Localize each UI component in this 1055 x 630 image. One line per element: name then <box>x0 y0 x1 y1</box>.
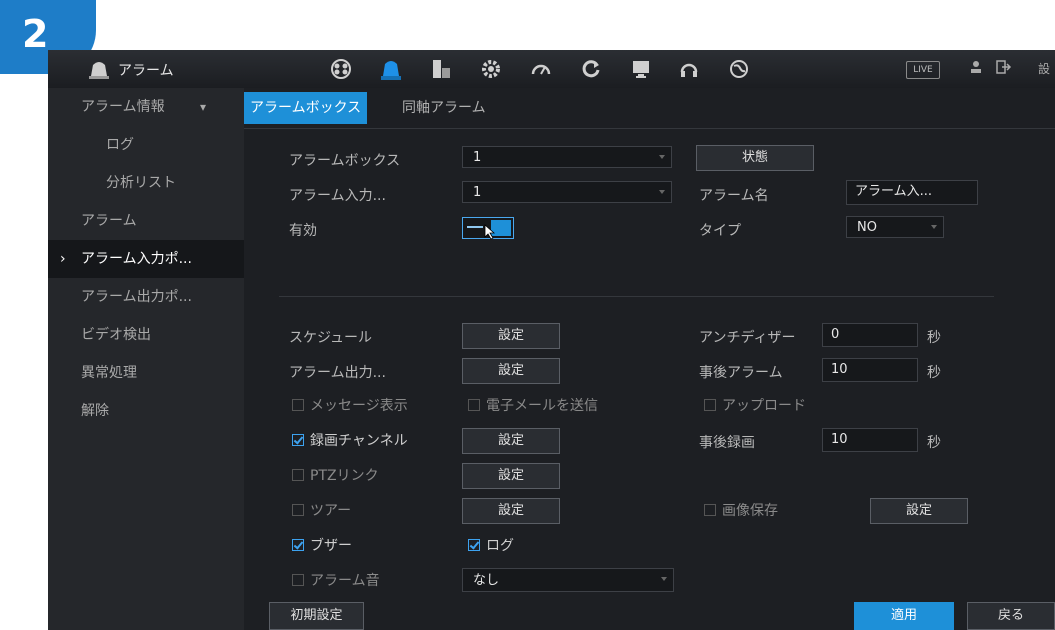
sidebar-item-analysis-list[interactable]: 分析リスト <box>48 164 244 202</box>
refresh-icon[interactable] <box>578 56 604 82</box>
record-channel-label: 録画チャンネル <box>310 433 408 449</box>
tour-checkbox[interactable] <box>292 504 304 516</box>
tab-bar: アラームボックス 同軸アラーム <box>244 88 1055 129</box>
buzzer-checkbox[interactable] <box>292 539 304 551</box>
tour-label: ツアー <box>310 503 352 519</box>
step-number: 2 <box>22 12 49 56</box>
sidebar-item-log[interactable]: ログ <box>48 126 244 164</box>
post-record-label: 事後録画 <box>699 435 755 451</box>
alarm-input-label: アラーム入力... <box>289 188 386 204</box>
ptz-link-checkbox[interactable] <box>292 469 304 481</box>
alarm-tone-label: アラーム音 <box>310 573 380 589</box>
enabled-label: 有効 <box>289 223 317 239</box>
sidebar-item-alarm[interactable]: アラーム <box>48 202 244 240</box>
top-toolbar: アラーム LIVE 設 <box>48 50 1055 89</box>
sidebar-item-disarm[interactable]: 解除 <box>48 392 244 430</box>
tab-alarm-box[interactable]: アラームボックス <box>244 92 368 124</box>
logout-icon[interactable] <box>996 60 1012 77</box>
truncated-menu-text[interactable]: 設 <box>1038 60 1050 77</box>
post-alarm-label: 事後アラーム <box>699 365 783 381</box>
main-panel: アラームボックス 同軸アラーム アラームボックス 1 状態 アラーム入力... … <box>244 88 1055 630</box>
anti-dither-unit: 秒 <box>927 330 941 346</box>
headset-icon[interactable] <box>676 56 702 82</box>
footer-bar: 初期設定 適用 戻る <box>244 598 1055 630</box>
alarm-tone-checkbox[interactable] <box>292 574 304 586</box>
log-label: ログ <box>486 538 514 554</box>
alarm-output-settings-button[interactable]: 設定 <box>462 358 560 384</box>
message-display-checkbox[interactable] <box>292 399 304 411</box>
display-icon[interactable] <box>628 56 654 82</box>
message-display-label: メッセージ表示 <box>310 398 408 414</box>
anti-dither-label: アンチディザー <box>699 330 796 346</box>
sidebar-item-video-detection[interactable]: ビデオ検出 <box>48 316 244 354</box>
alarm-output-label: アラーム出力... <box>289 365 386 381</box>
chevron-right-icon: › <box>60 251 66 267</box>
settings-icon[interactable] <box>478 56 504 82</box>
dropdown-arrow-icon <box>931 225 937 229</box>
camera-icon[interactable] <box>328 56 354 82</box>
snapshot-settings-button[interactable]: 設定 <box>870 498 968 524</box>
alarm-input-select[interactable]: 1 <box>462 181 672 203</box>
status-button[interactable]: 状態 <box>696 145 814 171</box>
alarm-name-label: アラーム名 <box>699 188 769 204</box>
default-button[interactable]: 初期設定 <box>269 602 364 630</box>
dvr-screen: アラーム LIVE 設 アラーム情報 ▾ ログ 分析リスト アラーム › アラー… <box>48 50 1055 630</box>
dropdown-arrow-icon <box>659 190 665 194</box>
record-channel-settings-button[interactable]: 設定 <box>462 428 560 454</box>
caret-down-icon: ▾ <box>200 100 207 114</box>
sidebar-item-abnormality[interactable]: 異常処理 <box>48 354 244 392</box>
buzzer-label: ブザー <box>310 538 352 554</box>
sidebar-item-alarm-input-port[interactable]: › アラーム入力ポ... <box>48 240 244 278</box>
tour-settings-button[interactable]: 設定 <box>462 498 560 524</box>
network-icon[interactable] <box>726 56 752 82</box>
post-record-unit: 秒 <box>927 435 941 451</box>
send-email-label: 電子メールを送信 <box>486 398 598 414</box>
back-button[interactable]: 戻る <box>967 602 1055 630</box>
alarm-icon[interactable] <box>378 56 404 82</box>
log-checkbox[interactable] <box>468 539 480 551</box>
type-select[interactable]: NO <box>846 216 944 238</box>
user-icon[interactable] <box>970 60 982 77</box>
post-alarm-unit: 秒 <box>927 365 941 381</box>
gauge-icon[interactable] <box>528 56 554 82</box>
dropdown-arrow-icon <box>661 577 667 581</box>
sidebar: アラーム情報 ▾ ログ 分析リスト アラーム › アラーム入力ポ... アラーム… <box>48 88 245 630</box>
alarm-box-select[interactable]: 1 <box>462 146 672 168</box>
send-email-checkbox[interactable] <box>468 399 480 411</box>
anti-dither-input[interactable]: 0 <box>822 323 918 347</box>
upload-label: アップロード <box>722 398 806 414</box>
alarm-bell-icon <box>89 62 109 79</box>
ptz-link-settings-button[interactable]: 設定 <box>462 463 560 489</box>
dropdown-arrow-icon <box>659 155 665 159</box>
post-alarm-input[interactable]: 10 <box>822 358 918 382</box>
app-title: アラーム <box>118 63 174 79</box>
alarm-tone-select[interactable]: なし <box>462 568 674 592</box>
snapshot-checkbox[interactable] <box>704 504 716 516</box>
schedule-label: スケジュール <box>289 330 373 346</box>
post-record-input[interactable]: 10 <box>822 428 918 452</box>
tab-coaxial-alarm[interactable]: 同軸アラーム <box>396 92 492 124</box>
alarm-box-label: アラームボックス <box>289 153 401 169</box>
snapshot-label: 画像保存 <box>722 503 778 519</box>
mouse-cursor-icon <box>484 224 496 240</box>
sidebar-item-alarm-output-port[interactable]: アラーム出力ポ... <box>48 278 244 316</box>
upload-checkbox[interactable] <box>704 399 716 411</box>
ptz-link-label: PTZリンク <box>310 468 379 484</box>
live-button[interactable]: LIVE <box>906 61 940 79</box>
record-channel-checkbox[interactable] <box>292 434 304 446</box>
alarm-name-input[interactable]: アラーム入... <box>846 180 978 205</box>
type-label: タイプ <box>699 223 741 239</box>
sidebar-item-alarm-info[interactable]: アラーム情報 ▾ <box>48 88 244 126</box>
section-divider <box>279 296 994 297</box>
schedule-settings-button[interactable]: 設定 <box>462 323 560 349</box>
apply-button[interactable]: 適用 <box>854 602 954 630</box>
storage-icon[interactable] <box>428 56 454 82</box>
